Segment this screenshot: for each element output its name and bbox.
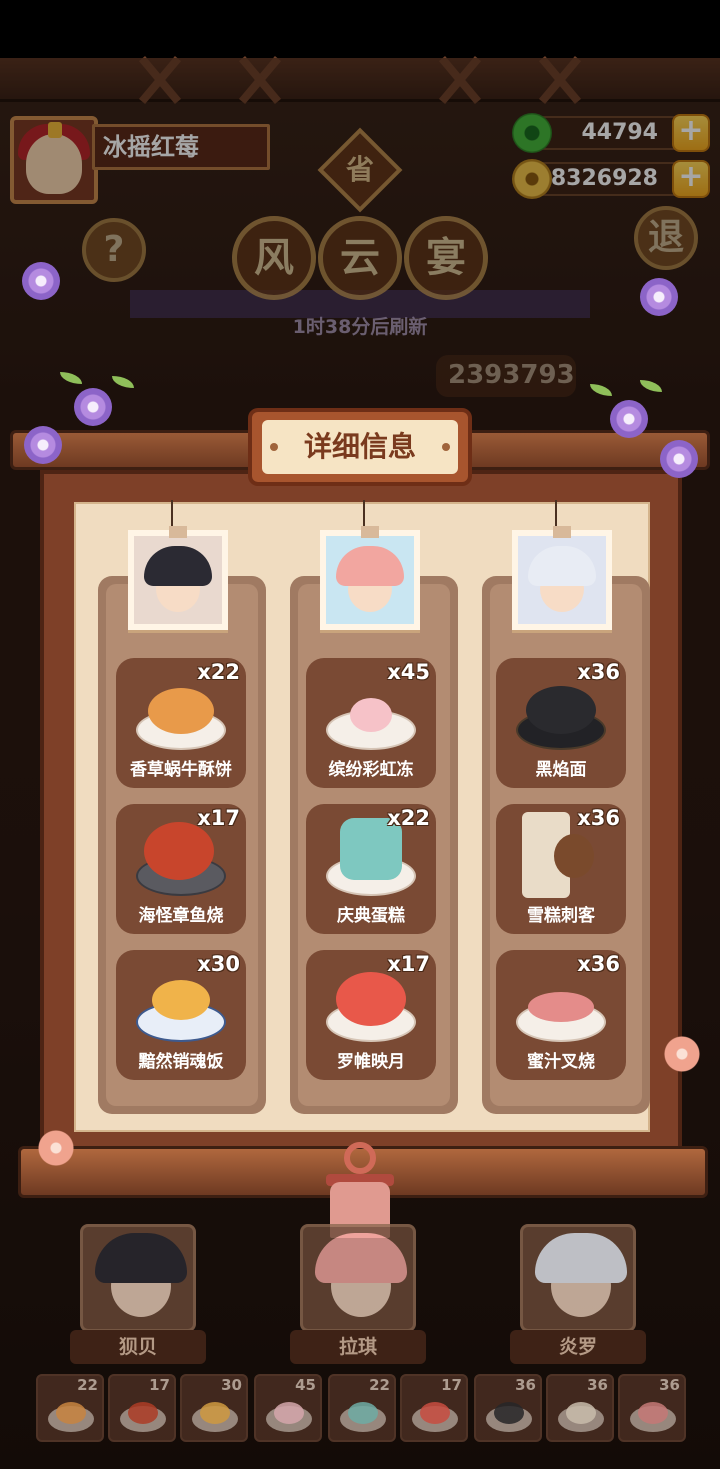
tape-pin bbox=[553, 526, 571, 538]
flower-decoration bbox=[610, 400, 648, 438]
dish-icon bbox=[148, 688, 214, 734]
dish-card[interactable]: x17 罗帷映月 bbox=[306, 950, 436, 1080]
dish-icon bbox=[56, 1402, 86, 1424]
dish-icon bbox=[566, 1402, 596, 1424]
dish-slot[interactable]: 22 bbox=[328, 1374, 396, 1442]
dish-icon bbox=[528, 992, 594, 1022]
dish-card[interactable]: x17 海怪章鱼烧 bbox=[116, 804, 246, 934]
flower-decoration bbox=[660, 440, 698, 478]
slot-count: 36 bbox=[515, 1376, 536, 1394]
slot-count: 22 bbox=[77, 1376, 98, 1394]
dish-card[interactable]: x22 庆典蛋糕 bbox=[306, 804, 436, 934]
chef-card[interactable] bbox=[300, 1224, 416, 1332]
panel-title-sign: 详细信息 bbox=[248, 408, 472, 486]
slot-count: 17 bbox=[149, 1376, 170, 1394]
dish-count: x36 bbox=[577, 806, 620, 830]
dish-slot[interactable]: 36 bbox=[546, 1374, 614, 1442]
dish-icon bbox=[336, 972, 406, 1026]
dish-card[interactable]: x36 雪糕刺客 bbox=[496, 804, 626, 934]
chef-portrait bbox=[512, 530, 612, 630]
dish-name: 黯然销魂饭 bbox=[138, 1052, 224, 1072]
dish-name: 雪糕刺客 bbox=[527, 906, 595, 926]
slot-count: 17 bbox=[441, 1376, 462, 1394]
dish-name: 罗帷映月 bbox=[337, 1052, 405, 1072]
dish-icon bbox=[274, 1402, 304, 1424]
dish-name: 庆典蛋糕 bbox=[337, 906, 405, 926]
dish-icon bbox=[152, 980, 210, 1020]
blossom-decoration bbox=[664, 1036, 700, 1072]
chef-name: 狈贝 bbox=[70, 1330, 206, 1364]
dish-icon bbox=[348, 1402, 378, 1424]
dish-card[interactable]: x22 香草蜗牛酥饼 bbox=[116, 658, 246, 788]
dish-icon bbox=[128, 1402, 158, 1424]
dish-icon bbox=[350, 698, 392, 732]
status-bar bbox=[0, 0, 720, 58]
dish-slot[interactable]: 17 bbox=[108, 1374, 176, 1442]
screen: 冰摇红莓 44794 + 28326928 + ? 退 省 风 云 宴 1时38… bbox=[0, 0, 720, 1469]
dish-name: 香草蜗牛酥饼 bbox=[130, 760, 232, 780]
slot-count: 45 bbox=[295, 1376, 316, 1394]
dish-icon bbox=[638, 1402, 668, 1424]
slot-count: 22 bbox=[369, 1376, 390, 1394]
dish-card[interactable]: x30 黯然销魂饭 bbox=[116, 950, 246, 1080]
panel-title: 详细信息 bbox=[262, 420, 458, 474]
chef-card[interactable] bbox=[80, 1224, 196, 1332]
dish-card[interactable]: x36 蜜汁叉烧 bbox=[496, 950, 626, 1080]
dish-count: x22 bbox=[387, 806, 430, 830]
chef-portrait bbox=[320, 530, 420, 630]
tape-pin bbox=[169, 526, 187, 538]
dish-name: 蜜汁叉烧 bbox=[527, 1052, 595, 1072]
chef-name: 炎罗 bbox=[510, 1330, 646, 1364]
slot-count: 36 bbox=[659, 1376, 680, 1394]
dish-count: x17 bbox=[387, 952, 430, 976]
blossom-decoration bbox=[38, 1130, 74, 1166]
dish-slot[interactable]: 30 bbox=[180, 1374, 248, 1442]
dish-slot[interactable]: 45 bbox=[254, 1374, 322, 1442]
dish-slot[interactable]: 17 bbox=[400, 1374, 468, 1442]
dish-icon bbox=[144, 822, 214, 880]
dish-slot[interactable]: 36 bbox=[618, 1374, 686, 1442]
slot-count: 36 bbox=[587, 1376, 608, 1394]
flower-decoration bbox=[74, 388, 112, 426]
dish-count: x22 bbox=[197, 660, 240, 684]
chef-name: 拉琪 bbox=[290, 1330, 426, 1364]
dish-count: x30 bbox=[197, 952, 240, 976]
dish-slot[interactable]: 36 bbox=[474, 1374, 542, 1442]
dish-name: 黑焰面 bbox=[535, 760, 587, 780]
dish-name: 海怪章鱼烧 bbox=[138, 906, 224, 926]
dish-card[interactable]: x45 缤纷彩虹冻 bbox=[306, 658, 436, 788]
slot-count: 30 bbox=[221, 1376, 242, 1394]
dish-count: x36 bbox=[577, 952, 620, 976]
flower-decoration bbox=[22, 262, 60, 300]
dish-card[interactable]: x36 黑焰面 bbox=[496, 658, 626, 788]
dish-icon bbox=[200, 1402, 230, 1424]
dish-name: 缤纷彩虹冻 bbox=[328, 760, 414, 780]
flower-decoration bbox=[24, 426, 62, 464]
dish-icon bbox=[420, 1402, 450, 1424]
dish-count: x36 bbox=[577, 660, 620, 684]
dish-icon bbox=[526, 686, 596, 734]
dish-count: x45 bbox=[387, 660, 430, 684]
chef-card[interactable] bbox=[520, 1224, 636, 1332]
dish-count: x17 bbox=[197, 806, 240, 830]
flower-decoration bbox=[640, 278, 678, 316]
dish-icon bbox=[494, 1402, 524, 1424]
dish-slot[interactable]: 22 bbox=[36, 1374, 104, 1442]
chef-portrait bbox=[128, 530, 228, 630]
tape-pin bbox=[361, 526, 379, 538]
